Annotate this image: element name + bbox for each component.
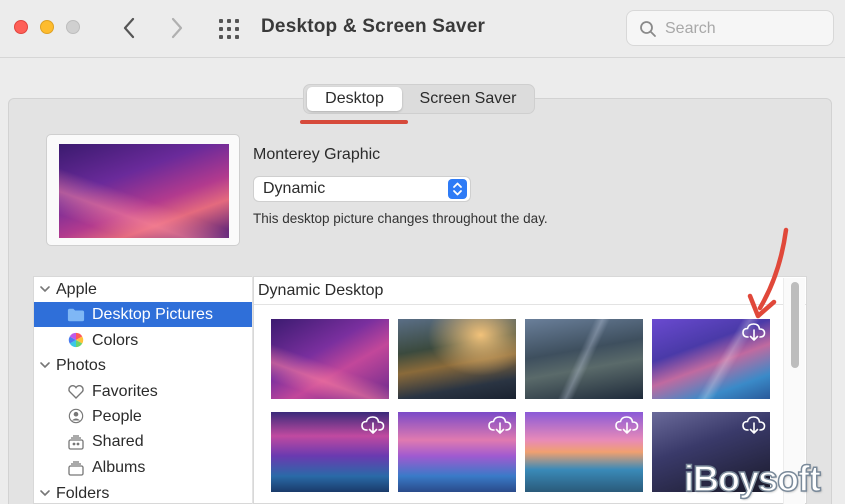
back-button[interactable]: [116, 14, 142, 42]
wallpaper-description: This desktop picture changes throughout …: [253, 211, 548, 226]
grid-section-label: Dynamic Desktop: [258, 282, 384, 299]
cloud-download-icon[interactable]: [487, 414, 513, 436]
close-window-button[interactable]: [14, 20, 28, 34]
wallpaper-thumb-monterey-graphic[interactable]: [271, 319, 389, 399]
sidebar-item-label: Albums: [92, 458, 146, 476]
heart-icon: [68, 385, 84, 399]
chevron-right-icon: [171, 17, 183, 39]
wallpaper-thumb-coast-purple[interactable]: [652, 319, 770, 399]
sidebar-item-desktop-pictures[interactable]: Desktop Pictures: [34, 302, 252, 327]
cloud-download-icon[interactable]: [741, 321, 767, 343]
watermark-text: iBoysoft: [683, 457, 822, 500]
forward-button[interactable]: [164, 14, 190, 42]
sidebar-item-label: Desktop Pictures: [92, 305, 213, 323]
wallpaper-thumb-lake-dusk[interactable]: [271, 412, 389, 492]
sidebar-item-shared[interactable]: Shared: [34, 429, 252, 454]
sidebar-group-label: Apple: [56, 280, 97, 298]
tab-screen-saver[interactable]: Screen Saver: [404, 87, 532, 111]
tab-bar: Desktop Screen Saver: [303, 84, 535, 114]
sidebar-item-label: Colors: [92, 331, 139, 349]
person-icon: [68, 408, 84, 424]
sidebar-group-label: Photos: [56, 356, 106, 374]
watermark-logo: iBoysoft: [683, 457, 822, 500]
wallpaper-thumb-catalina-day[interactable]: [398, 319, 516, 399]
sidebar-item-label: Shared: [92, 432, 144, 450]
sidebar-item-favorites[interactable]: Favorites: [34, 379, 252, 404]
sidebar-item-label: People: [92, 407, 142, 425]
chevron-down-icon: [40, 490, 50, 497]
wallpaper-thumb-catalina-split[interactable]: [525, 319, 643, 399]
chevron-down-icon: [40, 286, 50, 293]
sidebar-item-label: Favorites: [92, 382, 158, 400]
dropdown-stepper[interactable]: [448, 179, 467, 199]
sidebar-item-people[interactable]: People: [34, 404, 252, 429]
dropdown-value: Dynamic: [263, 180, 326, 197]
annotation-underline: [300, 120, 408, 124]
wallpaper-thumb-coast-sunset[interactable]: [525, 412, 643, 492]
window-title: Desktop & Screen Saver: [261, 16, 486, 37]
tab-desktop[interactable]: Desktop: [307, 87, 402, 111]
wallpaper-thumb-lake-sunset[interactable]: [398, 412, 516, 492]
zoom-window-button[interactable]: [66, 20, 80, 34]
cloud-download-icon[interactable]: [614, 414, 640, 436]
chevron-left-icon: [123, 17, 135, 39]
shared-album-icon: [68, 435, 84, 450]
preview-image: [59, 144, 229, 238]
sidebar-group-folders[interactable]: Folders: [34, 481, 252, 503]
cloud-download-icon[interactable]: [360, 414, 386, 436]
album-icon: [68, 461, 84, 476]
wallpaper-name: Monterey Graphic: [253, 146, 381, 163]
wallpaper-preview: [46, 134, 240, 246]
show-all-grid-button[interactable]: [216, 16, 242, 42]
sidebar-item-albums[interactable]: Albums: [34, 455, 252, 480]
annotation-arrow-icon: [747, 227, 789, 319]
search-field[interactable]: [626, 10, 834, 46]
chevron-down-icon: [40, 362, 50, 369]
search-icon: [640, 21, 656, 37]
sidebar-item-colors[interactable]: Colors: [34, 328, 252, 353]
search-input[interactable]: [665, 17, 825, 41]
sidebar-group-photos[interactable]: Photos: [34, 353, 252, 378]
grid-section-header: Dynamic Desktop: [254, 277, 806, 305]
sidebar-group-label: Folders: [56, 484, 110, 502]
color-wheel-icon: [68, 332, 84, 348]
title-bar: Desktop & Screen Saver: [0, 0, 845, 58]
chevron-up-down-icon: [453, 182, 462, 196]
cloud-download-icon[interactable]: [741, 414, 767, 436]
source-sidebar: Apple Desktop Pictures Colors Photos Fav…: [33, 276, 252, 504]
dynamic-mode-dropdown[interactable]: Dynamic: [253, 176, 471, 202]
minimize-window-button[interactable]: [40, 20, 54, 34]
sidebar-group-apple[interactable]: Apple: [34, 277, 252, 302]
folder-icon: [67, 308, 85, 322]
